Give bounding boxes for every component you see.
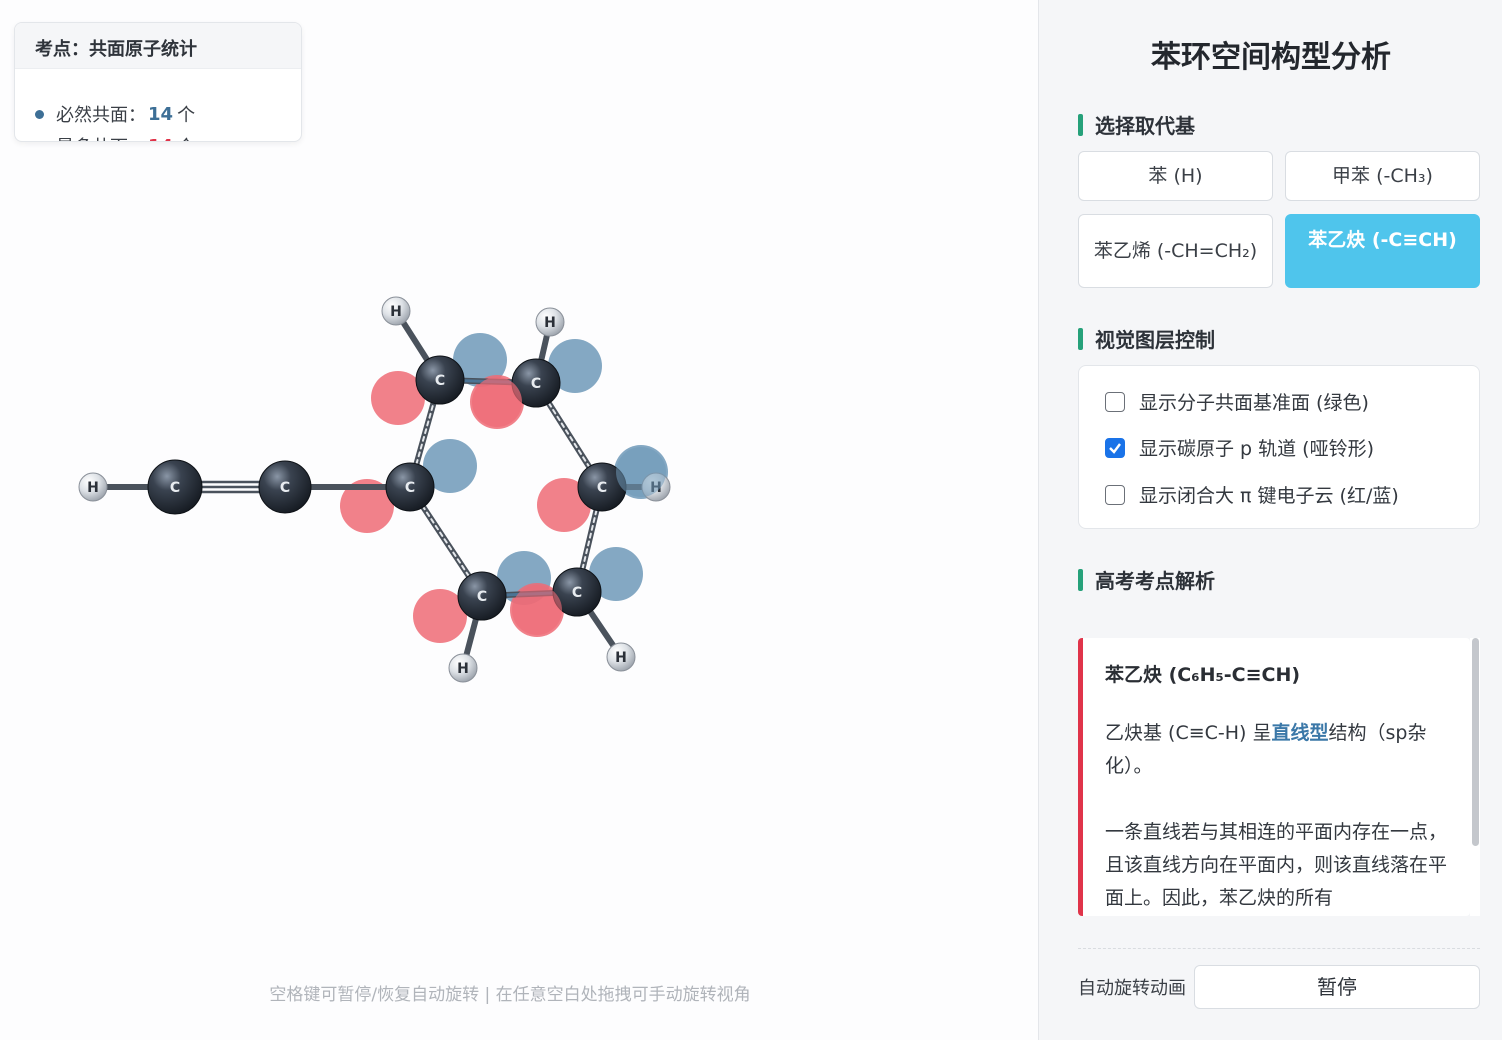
stats-label: 最多共面：: [56, 133, 146, 141]
hydrogen-label: H: [615, 650, 627, 666]
substituent-section-heading: 选择取代基: [1078, 110, 1195, 139]
carbon-label: C: [597, 480, 607, 496]
stats-card-title: 考点：共面原子统计: [15, 23, 301, 69]
animation-label: 自动旋转动画: [1078, 978, 1186, 999]
analysis-text: 乙炔基 (C≡C-H) 呈: [1105, 722, 1272, 744]
substituent-button-benzene[interactable]: 苯 (H): [1078, 151, 1273, 201]
section-accent-bar: [1078, 327, 1083, 350]
section-heading-text: 选择取代基: [1095, 114, 1195, 138]
layer-label: 显示分子共面基准面 (绿色): [1139, 392, 1369, 414]
panel-title: 苯环空间构型分析: [1151, 40, 1391, 75]
p-orbital-red-lobe: [512, 585, 562, 635]
molecule-canvas[interactable]: HHHHHHCCCCCCCC: [0, 0, 1038, 1040]
layer-toggle-pi-cloud[interactable]: 显示闭合大 π 键电子云 (红/蓝): [1105, 481, 1399, 508]
analysis-panel: 苯环空间构型分析 选择取代基 苯 (H) 甲苯 (-CH₃) 苯乙烯 (-CH=…: [1038, 0, 1502, 1040]
stats-unit: 个: [177, 133, 195, 141]
checkbox[interactable]: [1105, 391, 1125, 412]
stats-row-max: 最多共面： 14 个: [35, 133, 195, 142]
hydrogen-label: H: [544, 315, 556, 331]
layer-section-heading: 视觉图层控制: [1078, 324, 1215, 353]
checkbox[interactable]: [1105, 484, 1125, 505]
hydrogen-label: H: [390, 304, 402, 320]
analysis-keyword: 直线型: [1271, 722, 1329, 744]
analysis-title: 苯乙炔 (C₆H₅-C≡CH): [1105, 664, 1301, 686]
molecule-viewport[interactable]: HHHHHHCCCCCCCC 考点：共面原子统计 必然共面： 14 个 最多共面…: [0, 0, 1038, 1040]
section-accent-bar: [1078, 113, 1083, 136]
coplanar-stats-card: 考点：共面原子统计 必然共面： 14 个 最多共面： 14 个: [14, 22, 302, 142]
hydrogen-label: H: [87, 480, 99, 496]
carbon-label: C: [477, 589, 487, 605]
p-orbital-blue-lobe: [616, 447, 666, 497]
substituent-button-styrene[interactable]: 苯乙烯 (-CH=CH₂): [1078, 214, 1273, 288]
section-heading-text: 视觉图层控制: [1095, 328, 1215, 352]
layer-label: 显示碳原子 p 轨道 (哑铃形): [1139, 438, 1375, 460]
interaction-hint: 空格键可暂停/恢复自动旋转 | 在任意空白处拖拽可手动旋转视角: [269, 985, 751, 1005]
carbon-label: C: [435, 373, 445, 389]
stats-label: 必然共面：: [56, 105, 146, 126]
section-heading-text: 高考考点解析: [1095, 569, 1215, 593]
layer-label: 显示闭合大 π 键电子云 (红/蓝): [1139, 485, 1399, 507]
divider: [1078, 948, 1480, 949]
carbon-label: C: [572, 585, 582, 601]
hydrogen-label: H: [457, 661, 469, 677]
analysis-paragraph: 一条直线若与其相连的平面内存在一点，且该直线方向在平面内，则该直线落在平面上。因…: [1105, 821, 1448, 909]
blue-dot-icon: [35, 109, 44, 119]
analysis-scrollbar-thumb[interactable]: [1472, 638, 1479, 846]
carbon-label: C: [170, 480, 180, 496]
carbon-label: C: [405, 480, 415, 496]
stats-value: 14: [148, 103, 174, 125]
analysis-paragraph: 乙炔基 (C≡C-H) 呈直线型结构（sp杂化）。: [1105, 717, 1450, 783]
stats-row-certain: 必然共面： 14 个: [35, 101, 195, 127]
pause-button[interactable]: 暂停: [1194, 965, 1480, 1009]
substituent-button-phenylacetylene[interactable]: 苯乙炔 (-C≡CH): [1285, 214, 1480, 288]
analysis-section-heading: 高考考点解析: [1078, 565, 1215, 594]
red-dot-icon: [35, 142, 44, 143]
carbon-label: C: [531, 376, 541, 392]
stats-unit: 个: [177, 105, 196, 126]
layer-toggle-p-orbital[interactable]: 显示碳原子 p 轨道 (哑铃形): [1105, 434, 1374, 461]
section-accent-bar: [1078, 568, 1083, 591]
p-orbital-red-lobe: [472, 377, 522, 427]
carbon-label: C: [280, 480, 290, 496]
stats-value: 14: [148, 136, 173, 142]
analysis-content[interactable]: 苯乙炔 (C₆H₅-C≡CH) 乙炔基 (C≡C-H) 呈直线型结构（sp杂化）…: [1078, 638, 1470, 916]
checkbox-checked[interactable]: [1105, 437, 1125, 458]
substituent-button-toluene[interactable]: 甲苯 (-CH₃): [1285, 151, 1480, 201]
layer-controls: 显示分子共面基准面 (绿色) 显示碳原子 p 轨道 (哑铃形) 显示闭合大 π …: [1078, 365, 1480, 529]
layer-toggle-plane[interactable]: 显示分子共面基准面 (绿色): [1105, 388, 1369, 415]
